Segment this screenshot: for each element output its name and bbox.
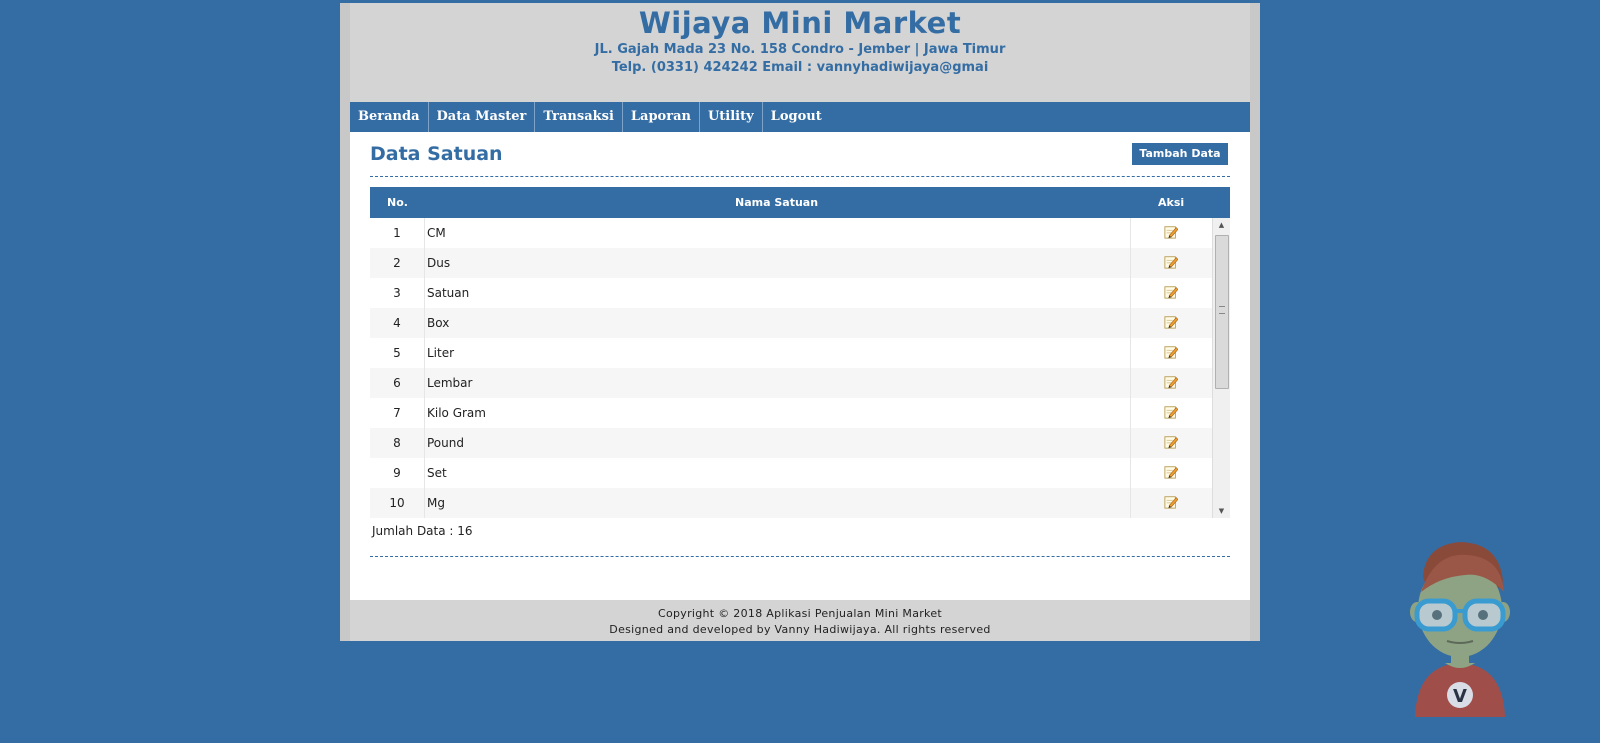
edit-icon[interactable]: [1164, 345, 1178, 359]
row-number: 3: [393, 286, 401, 300]
main-nav: Beranda Data Master Transaksi Laporan Ut…: [350, 102, 1250, 132]
table-row: 10 Mg: [370, 488, 1213, 518]
row-nama-satuan: Satuan: [424, 278, 469, 308]
row-nama-satuan-text: Pound: [427, 436, 464, 450]
row-nama-satuan: Pound: [424, 428, 464, 458]
row-nama-satuan-text: Set: [427, 466, 447, 480]
nav-item-logout[interactable]: Logout: [763, 102, 830, 132]
svg-text:V: V: [1453, 686, 1467, 707]
row-number: 7: [393, 406, 401, 420]
nav-item-laporan[interactable]: Laporan: [623, 102, 700, 132]
copyright-text: Copyright © 2018 Aplikasi Penjualan Mini…: [657, 607, 943, 620]
row-nama-satuan: Liter: [424, 338, 454, 368]
table-row: 8 Pound: [370, 428, 1213, 458]
row-number: 9: [393, 466, 401, 480]
site-header: Wijaya Mini Market JL. Gajah Mada 23 No.…: [350, 3, 1250, 102]
record-count: Jumlah Data : 16: [372, 524, 473, 538]
table-row: 5 Liter: [370, 338, 1213, 368]
row-nama-satuan-text: Kilo Gram: [427, 406, 486, 420]
row-nama-satuan-text: Satuan: [427, 286, 470, 300]
edit-icon[interactable]: [1164, 435, 1178, 449]
row-number: 5: [393, 346, 401, 360]
add-data-button[interactable]: Tambah Data: [1132, 143, 1228, 165]
scroll-up-arrow-icon[interactable]: ▲: [1213, 218, 1230, 232]
column-header-no: No.: [387, 196, 408, 209]
row-nama-satuan-text: Mg: [427, 496, 445, 510]
row-action-cell: [1130, 278, 1214, 308]
edit-icon[interactable]: [1164, 285, 1178, 299]
table-row: 9 Set: [370, 458, 1213, 488]
site-title: Wijaya Mini Market: [638, 6, 962, 40]
row-action-cell: [1130, 428, 1214, 458]
table-body[interactable]: 1 CM 2 Dus 3 Satuan 4 Box 5 Liter 6 Lembar 7 Kilo Gra…: [370, 218, 1230, 518]
edit-icon[interactable]: [1164, 225, 1178, 239]
scrollbar-thumb[interactable]: [1215, 235, 1229, 389]
edit-icon[interactable]: [1164, 315, 1178, 329]
row-nama-satuan-text: Liter: [427, 346, 455, 360]
column-header-aksi: Aksi: [1158, 196, 1185, 209]
nav-item-utility[interactable]: Utility: [700, 102, 763, 132]
row-nama-satuan: Mg: [424, 488, 445, 518]
nav-item-data-master[interactable]: Data Master: [429, 102, 536, 132]
row-nama-satuan-text: CM: [427, 226, 446, 240]
row-nama-satuan-text: Lembar: [427, 376, 473, 390]
row-nama-satuan: Lembar: [424, 368, 472, 398]
row-number: 6: [393, 376, 401, 390]
page-title: Data Satuan: [370, 143, 503, 165]
row-number: 1: [393, 226, 401, 240]
table-scrollbar[interactable]: ▲ ▼: [1212, 218, 1230, 518]
site-address: JL. Gajah Mada 23 No. 158 Condro - Jembe…: [594, 42, 1006, 57]
main-content: Data Satuan Tambah Data No. Nama Satuan …: [350, 132, 1250, 600]
edit-icon[interactable]: [1164, 255, 1178, 269]
row-action-cell: [1130, 458, 1214, 488]
table-row: 4 Box: [370, 308, 1213, 338]
row-nama-satuan: Box: [424, 308, 449, 338]
row-action-cell: [1130, 338, 1214, 368]
table-row: 2 Dus: [370, 248, 1213, 278]
edit-icon[interactable]: [1164, 375, 1178, 389]
row-number: 10: [389, 496, 405, 510]
site-footer: Copyright © 2018 Aplikasi Penjualan Mini…: [350, 600, 1250, 641]
nav-item-transaksi[interactable]: Transaksi: [535, 102, 623, 132]
row-action-cell: [1130, 398, 1214, 428]
row-nama-satuan: Set: [424, 458, 447, 488]
row-nama-satuan-text: Dus: [427, 256, 451, 270]
divider: [370, 556, 1230, 557]
table-row: 6 Lembar: [370, 368, 1213, 398]
avatar-mascot-icon: V: [1410, 542, 1510, 717]
row-nama-satuan-text: Box: [427, 316, 450, 330]
table-row: 7 Kilo Gram: [370, 398, 1213, 428]
credits-text: Designed and developed by Vanny Hadiwija…: [609, 623, 991, 636]
satuan-table: No. Nama Satuan Aksi 1 CM 2 Dus 3 Satuan 4 Box 5…: [370, 187, 1230, 518]
row-number: 2: [393, 256, 401, 270]
page-container: Wijaya Mini Market JL. Gajah Mada 23 No.…: [340, 3, 1260, 641]
row-action-cell: [1130, 218, 1214, 248]
nav-item-beranda[interactable]: Beranda: [350, 102, 429, 132]
row-action-cell: [1130, 488, 1214, 518]
row-action-cell: [1130, 308, 1214, 338]
table-row: 3 Satuan: [370, 278, 1213, 308]
row-number: 8: [393, 436, 401, 450]
row-nama-satuan: Kilo Gram: [424, 398, 486, 428]
row-nama-satuan: Dus: [424, 248, 450, 278]
edit-icon[interactable]: [1164, 465, 1178, 479]
row-action-cell: [1130, 368, 1214, 398]
column-header-nama-satuan: Nama Satuan: [735, 196, 819, 209]
edit-icon[interactable]: [1164, 495, 1178, 509]
row-nama-satuan: CM: [424, 218, 446, 248]
row-action-cell: [1130, 248, 1214, 278]
site-contact: Telp. (0331) 424242 Email : vannyhadiwij…: [611, 60, 989, 75]
scroll-down-arrow-icon[interactable]: ▼: [1213, 504, 1230, 518]
edit-icon[interactable]: [1164, 405, 1178, 419]
table-header: No. Nama Satuan Aksi: [370, 187, 1230, 218]
row-number: 4: [393, 316, 401, 330]
divider: [370, 176, 1230, 177]
table-row: 1 CM: [370, 218, 1213, 248]
